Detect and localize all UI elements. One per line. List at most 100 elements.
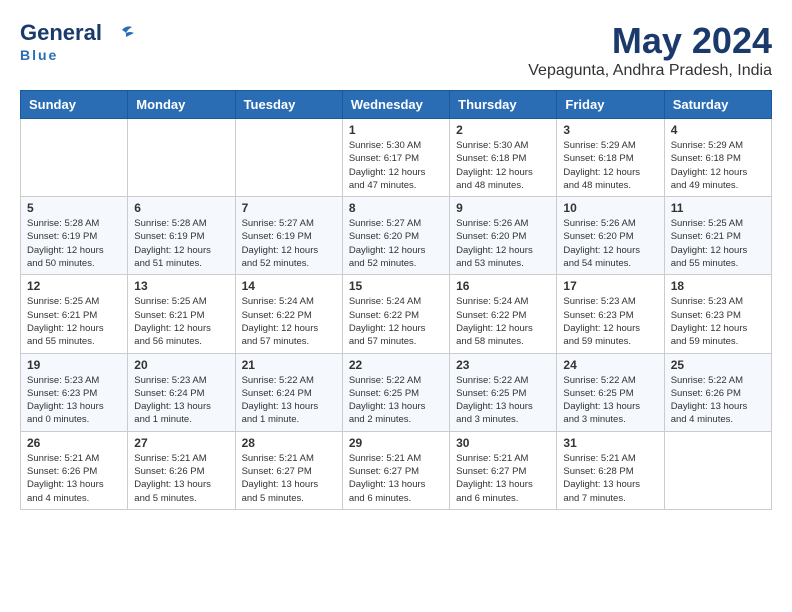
calendar-cell: 31 Sunrise: 5:21 AMSunset: 6:28 PMDayligh… — [557, 431, 664, 509]
calendar-cell: 15 Sunrise: 5:24 AMSunset: 6:22 PMDayligh… — [342, 275, 449, 353]
day-number: 23 — [456, 358, 550, 372]
day-number: 5 — [27, 201, 121, 215]
day-info: Sunrise: 5:22 AMSunset: 6:24 PMDaylight:… — [242, 374, 336, 427]
day-info: Sunrise: 5:25 AMSunset: 6:21 PMDaylight:… — [27, 295, 121, 348]
day-info: Sunrise: 5:24 AMSunset: 6:22 PMDaylight:… — [349, 295, 443, 348]
week-row-1: 1Sunrise: 5:30 AMSunset: 6:17 PMDaylight… — [21, 119, 772, 197]
calendar-cell: 25 Sunrise: 5:22 AMSunset: 6:26 PMDayligh… — [664, 353, 771, 431]
calendar-cell: 9 Sunrise: 5:26 AMSunset: 6:20 PMDaylight… — [450, 197, 557, 275]
calendar-cell: 5Sunrise: 5:28 AMSunset: 6:19 PMDaylight… — [21, 197, 128, 275]
col-sunday: Sunday — [21, 91, 128, 119]
day-info: Sunrise: 5:30 AMSunset: 6:18 PMDaylight:… — [456, 139, 550, 192]
day-info: Sunrise: 5:22 AMSunset: 6:25 PMDaylight:… — [563, 374, 657, 427]
day-number: 2 — [456, 123, 550, 137]
day-info: Sunrise: 5:22 AMSunset: 6:25 PMDaylight:… — [349, 374, 443, 427]
day-number: 9 — [456, 201, 550, 215]
calendar-cell: 1Sunrise: 5:30 AMSunset: 6:17 PMDaylight… — [342, 119, 449, 197]
day-info: Sunrise: 5:24 AMSunset: 6:22 PMDaylight:… — [242, 295, 336, 348]
day-number: 31 — [563, 436, 657, 450]
day-number: 7 — [242, 201, 336, 215]
logo: General Blue — [20, 20, 136, 63]
day-info: Sunrise: 5:21 AMSunset: 6:28 PMDaylight:… — [563, 452, 657, 505]
title-block: May 2024 Vepagunta, Andhra Pradesh, Indi… — [528, 20, 772, 80]
calendar-cell: 21Sunrise: 5:22 AMSunset: 6:24 PMDayligh… — [235, 353, 342, 431]
calendar-cell: 18Sunrise: 5:23 AMSunset: 6:23 PMDayligh… — [664, 275, 771, 353]
calendar-cell: 19 Sunrise: 5:23 AMSunset: 6:23 PMDayligh… — [21, 353, 128, 431]
calendar-cell — [128, 119, 235, 197]
day-info: Sunrise: 5:24 AMSunset: 6:22 PMDaylight:… — [456, 295, 550, 348]
day-info: Sunrise: 5:25 AMSunset: 6:21 PMDaylight:… — [671, 217, 765, 270]
calendar-cell: 16 Sunrise: 5:24 AMSunset: 6:22 PMDayligh… — [450, 275, 557, 353]
calendar-cell: 29Sunrise: 5:21 AMSunset: 6:27 PMDayligh… — [342, 431, 449, 509]
calendar-cell: 22 Sunrise: 5:22 AMSunset: 6:25 PMDayligh… — [342, 353, 449, 431]
day-number: 3 — [563, 123, 657, 137]
day-number: 10 — [563, 201, 657, 215]
day-number: 30 — [456, 436, 550, 450]
col-monday: Monday — [128, 91, 235, 119]
month-title: May 2024 — [528, 20, 772, 62]
calendar-cell — [21, 119, 128, 197]
page-header: General Blue May 2024 Vepagunta, Andhra … — [20, 20, 772, 80]
calendar-header-row: Sunday Monday Tuesday Wednesday Thursday… — [21, 91, 772, 119]
calendar-cell: 7 Sunrise: 5:27 AMSunset: 6:19 PMDaylight… — [235, 197, 342, 275]
calendar-cell: 3 Sunrise: 5:29 AMSunset: 6:18 PMDaylight… — [557, 119, 664, 197]
day-info: Sunrise: 5:21 AMSunset: 6:26 PMDaylight:… — [27, 452, 121, 505]
calendar-cell: 14 Sunrise: 5:24 AMSunset: 6:22 PMDayligh… — [235, 275, 342, 353]
day-info: Sunrise: 5:29 AMSunset: 6:18 PMDaylight:… — [563, 139, 657, 192]
calendar-cell: 23 Sunrise: 5:22 AMSunset: 6:25 PMDayligh… — [450, 353, 557, 431]
day-info: Sunrise: 5:22 AMSunset: 6:25 PMDaylight:… — [456, 374, 550, 427]
day-number: 12 — [27, 279, 121, 293]
day-info: Sunrise: 5:27 AMSunset: 6:20 PMDaylight:… — [349, 217, 443, 270]
day-number: 16 — [456, 279, 550, 293]
day-number: 19 — [27, 358, 121, 372]
day-number: 14 — [242, 279, 336, 293]
day-number: 27 — [134, 436, 228, 450]
day-number: 22 — [349, 358, 443, 372]
week-row-2: 5Sunrise: 5:28 AMSunset: 6:19 PMDaylight… — [21, 197, 772, 275]
calendar-cell: 26Sunrise: 5:21 AMSunset: 6:26 PMDayligh… — [21, 431, 128, 509]
calendar-cell: 12 Sunrise: 5:25 AMSunset: 6:21 PMDayligh… — [21, 275, 128, 353]
calendar-cell — [664, 431, 771, 509]
day-number: 28 — [242, 436, 336, 450]
week-row-5: 26Sunrise: 5:21 AMSunset: 6:26 PMDayligh… — [21, 431, 772, 509]
calendar-cell: 10 Sunrise: 5:26 AMSunset: 6:20 PMDayligh… — [557, 197, 664, 275]
day-info: Sunrise: 5:21 AMSunset: 6:27 PMDaylight:… — [456, 452, 550, 505]
day-number: 24 — [563, 358, 657, 372]
week-row-4: 19 Sunrise: 5:23 AMSunset: 6:23 PMDayligh… — [21, 353, 772, 431]
day-info: Sunrise: 5:23 AMSunset: 6:23 PMDaylight:… — [671, 295, 765, 348]
day-info: Sunrise: 5:23 AMSunset: 6:23 PMDaylight:… — [27, 374, 121, 427]
day-number: 29 — [349, 436, 443, 450]
day-number: 15 — [349, 279, 443, 293]
calendar-cell: 13 Sunrise: 5:25 AMSunset: 6:21 PMDayligh… — [128, 275, 235, 353]
day-info: Sunrise: 5:27 AMSunset: 6:19 PMDaylight:… — [242, 217, 336, 270]
logo-bird-icon — [108, 25, 136, 47]
calendar-cell: 6Sunrise: 5:28 AMSunset: 6:19 PMDaylight… — [128, 197, 235, 275]
col-saturday: Saturday — [664, 91, 771, 119]
calendar-cell: 4 Sunrise: 5:29 AMSunset: 6:18 PMDaylight… — [664, 119, 771, 197]
day-number: 13 — [134, 279, 228, 293]
day-info: Sunrise: 5:26 AMSunset: 6:20 PMDaylight:… — [563, 217, 657, 270]
calendar-cell: 20Sunrise: 5:23 AMSunset: 6:24 PMDayligh… — [128, 353, 235, 431]
logo-general-text: General — [20, 20, 102, 45]
day-info: Sunrise: 5:22 AMSunset: 6:26 PMDaylight:… — [671, 374, 765, 427]
day-number: 25 — [671, 358, 765, 372]
day-info: Sunrise: 5:29 AMSunset: 6:18 PMDaylight:… — [671, 139, 765, 192]
calendar-cell: 2 Sunrise: 5:30 AMSunset: 6:18 PMDaylight… — [450, 119, 557, 197]
calendar-cell: 24 Sunrise: 5:22 AMSunset: 6:25 PMDayligh… — [557, 353, 664, 431]
day-number: 8 — [349, 201, 443, 215]
logo-blue-text: Blue — [20, 47, 58, 63]
calendar-cell: 11 Sunrise: 5:25 AMSunset: 6:21 PMDayligh… — [664, 197, 771, 275]
day-number: 1 — [349, 123, 443, 137]
day-number: 11 — [671, 201, 765, 215]
day-info: Sunrise: 5:26 AMSunset: 6:20 PMDaylight:… — [456, 217, 550, 270]
day-info: Sunrise: 5:25 AMSunset: 6:21 PMDaylight:… — [134, 295, 228, 348]
day-number: 4 — [671, 123, 765, 137]
day-number: 6 — [134, 201, 228, 215]
location-title: Vepagunta, Andhra Pradesh, India — [528, 62, 772, 80]
calendar-cell — [235, 119, 342, 197]
day-info: Sunrise: 5:21 AMSunset: 6:26 PMDaylight:… — [134, 452, 228, 505]
col-friday: Friday — [557, 91, 664, 119]
day-info: Sunrise: 5:23 AMSunset: 6:23 PMDaylight:… — [563, 295, 657, 348]
week-row-3: 12 Sunrise: 5:25 AMSunset: 6:21 PMDayligh… — [21, 275, 772, 353]
calendar-cell: 28Sunrise: 5:21 AMSunset: 6:27 PMDayligh… — [235, 431, 342, 509]
